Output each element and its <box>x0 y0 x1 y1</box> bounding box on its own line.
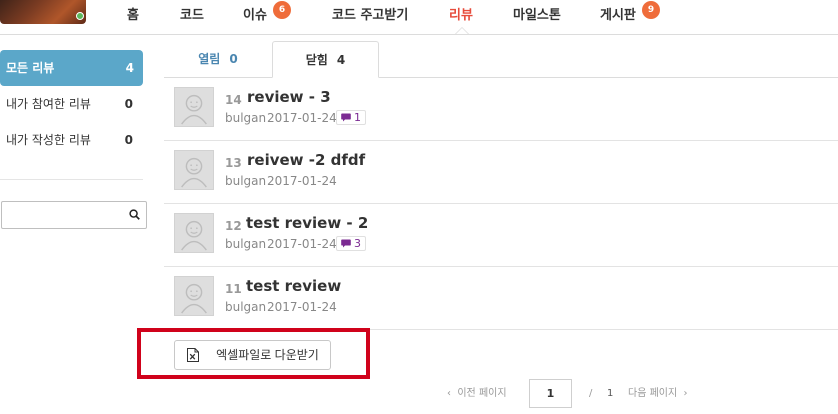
tab-count: 0 <box>229 52 238 66</box>
sidebar-item-label: 내가 참여한 리뷰 <box>6 97 91 111</box>
review-title-link[interactable]: reivew -2 dfdf <box>247 151 365 169</box>
board-count-badge: 9 <box>642 1 660 19</box>
default-avatar-icon <box>181 94 207 125</box>
sidebar-item-all-reviews[interactable]: 모든 리뷰 4 <box>0 50 143 86</box>
tab-open-reviews[interactable]: 열림 0 <box>164 41 272 77</box>
active-nav-indicator <box>455 27 469 34</box>
nav-reviews[interactable]: 리뷰 <box>449 8 473 24</box>
author-avatar <box>174 276 214 316</box>
default-avatar-icon <box>181 283 207 314</box>
author-avatar <box>174 213 214 253</box>
page-separator: / <box>589 388 593 399</box>
sidebar-divider <box>0 179 143 180</box>
current-page-input[interactable]: 1 <box>529 379 572 408</box>
sidebar-item-label: 내가 작성한 리뷰 <box>6 133 91 147</box>
review-title-link[interactable]: test review <box>246 277 341 295</box>
user-avatar[interactable] <box>0 0 86 24</box>
next-page-link[interactable]: 다음 페이지 › <box>628 387 688 401</box>
export-excel-button[interactable]: 엑셀파일로 다운받기 <box>174 340 331 370</box>
nav-issues[interactable]: 이슈 6 <box>243 1 291 24</box>
review-date: 2017-01-24 <box>267 300 337 314</box>
review-author[interactable]: bulgan <box>225 237 266 251</box>
current-page-value: 1 <box>546 387 555 400</box>
review-row[interactable]: 14 review - 3 bulgan 2017-01-24 1 <box>164 78 838 141</box>
online-status-icon <box>76 12 84 20</box>
tab-count: 4 <box>336 53 346 67</box>
review-date: 2017-01-24 <box>267 111 337 125</box>
export-button-label: 엑셀파일로 다운받기 <box>216 348 319 362</box>
nav-issues-label: 이슈 <box>243 8 267 23</box>
review-row[interactable]: 11 test review bulgan 2017-01-24 <box>164 267 838 330</box>
excel-icon <box>187 348 199 362</box>
prev-page-label: 이전 페이지 <box>457 388 507 399</box>
sidebar-item-count: 4 <box>125 61 134 75</box>
review-author[interactable]: bulgan <box>225 300 266 314</box>
comment-count-badge: 1 <box>336 110 366 125</box>
nav-home-label: 홈 <box>127 8 139 23</box>
review-number: 11 <box>225 282 242 296</box>
nav-reviews-label: 리뷰 <box>449 8 473 23</box>
sidebar-item-participated-reviews[interactable]: 내가 참여한 리뷰 0 <box>0 86 143 122</box>
tab-label: 닫힘 <box>305 53 328 67</box>
review-number: 12 <box>225 219 242 233</box>
sidebar-item-count: 0 <box>124 133 133 147</box>
next-page-label: 다음 페이지 <box>628 388 678 399</box>
review-date: 2017-01-24 <box>267 237 337 251</box>
nav-milestones[interactable]: 마일스톤 <box>513 8 561 24</box>
review-title-link[interactable]: review - 3 <box>247 88 331 106</box>
review-row[interactable]: 13 reivew -2 dfdf bulgan 2017-01-24 <box>164 141 838 204</box>
author-avatar <box>174 150 214 190</box>
comment-count: 3 <box>354 237 361 250</box>
review-author[interactable]: bulgan <box>225 174 266 188</box>
issues-count-badge: 6 <box>273 1 291 19</box>
top-navigation: 홈 코드 이슈 6 코드 주고받기 리뷰 마일스톤 게시판 9 <box>0 0 838 35</box>
nav-milestones-label: 마일스톤 <box>513 8 561 23</box>
default-avatar-icon <box>181 220 207 251</box>
comment-count: 1 <box>354 111 361 124</box>
comment-icon <box>341 113 351 122</box>
comment-icon <box>341 239 351 248</box>
prev-page-link[interactable]: ‹ 이전 페이지 <box>447 387 507 401</box>
sidebar-search-box <box>1 201 147 229</box>
default-avatar-icon <box>181 157 207 188</box>
nav-pull-requests-label: 코드 주고받기 <box>332 8 409 23</box>
author-avatar <box>174 87 214 127</box>
nav-board-label: 게시판 <box>600 8 636 23</box>
sidebar-item-label: 모든 리뷰 <box>6 61 55 75</box>
nav-pull-requests[interactable]: 코드 주고받기 <box>332 8 408 24</box>
sidebar-item-my-reviews[interactable]: 내가 작성한 리뷰 0 <box>0 122 143 158</box>
review-row[interactable]: 12 test review - 2 bulgan 2017-01-24 3 <box>164 204 838 267</box>
review-title-link[interactable]: test review - 2 <box>246 214 368 232</box>
tab-closed-reviews[interactable]: 닫힘 4 <box>272 41 379 78</box>
nav-code-label: 코드 <box>180 8 204 23</box>
review-number: 14 <box>225 93 242 107</box>
nav-board[interactable]: 게시판 9 <box>600 1 660 24</box>
review-number: 13 <box>225 156 242 170</box>
search-icon[interactable] <box>129 209 140 220</box>
total-pages: 1 <box>607 388 614 399</box>
review-date: 2017-01-24 <box>267 174 337 188</box>
tab-label: 열림 <box>198 52 221 66</box>
review-author[interactable]: bulgan <box>225 111 266 125</box>
nav-code[interactable]: 코드 <box>180 8 204 24</box>
comment-count-badge: 3 <box>336 236 366 251</box>
sidebar-item-count: 0 <box>124 97 133 111</box>
nav-home[interactable]: 홈 <box>127 8 139 24</box>
review-search-input[interactable] <box>2 202 120 228</box>
